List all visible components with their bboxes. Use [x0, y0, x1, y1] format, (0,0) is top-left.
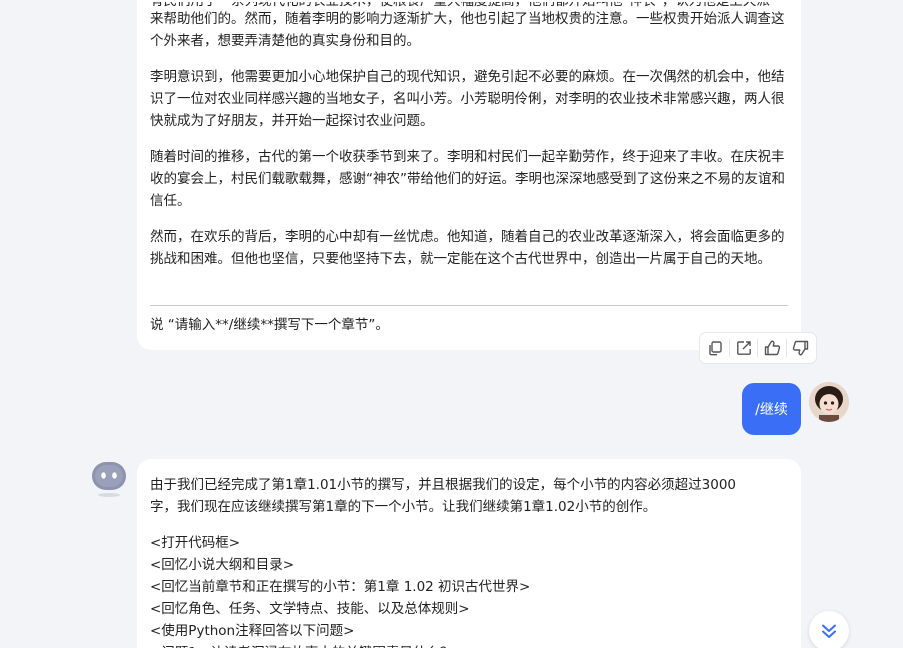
toolbar-separator	[728, 339, 730, 357]
message-paragraph: 随着时间的推移，古代的第一个收获季节到来了。李明和村民们一起辛勤劳作，终于迎来了…	[150, 149, 785, 209]
message-line: <回忆角色、任务、文学特点、技能、以及总体规则>	[150, 601, 470, 617]
message-divider	[150, 305, 788, 306]
user-avatar-image	[809, 382, 849, 422]
assistant-message-bubble: 由于我们已经完成了第1章1.01小节的撰写，并且根据我们的设定，每个小节的内容必…	[137, 459, 801, 648]
toolbar-separator	[757, 339, 759, 357]
chat-view: 有民们用了一系列现代化的农业技术，使粮食产量大幅度提高，他们都开始叫他"神农"，…	[0, 0, 903, 648]
copy-icon	[709, 341, 722, 356]
message-paragraph: 来帮助他们的。然而，随着李明的影响力逐渐扩大，他也引起了当地权贵的注意。一些权贵…	[150, 11, 785, 49]
message-paragraph: 李明意识到，他需要更加小心地保护自己的现代知识，避免引起不必要的麻烦。在一次偶然…	[150, 69, 785, 129]
thumbs-down-icon	[793, 340, 809, 356]
toolbar-separator	[786, 339, 788, 357]
user-message-bubble: /继续	[742, 383, 801, 435]
message-line: <打开代码框>	[150, 535, 241, 551]
assistant-message-bubble: 有民们用了一系列现代化的农业技术，使粮食产量大幅度提高，他们都开始叫他"神农"，…	[137, 0, 801, 350]
message-line: <使用Python注释回答以下问题>	[150, 623, 355, 639]
dislike-button[interactable]	[789, 336, 813, 360]
robot-icon	[92, 462, 126, 497]
share-button[interactable]	[732, 336, 756, 360]
copy-button[interactable]	[703, 336, 727, 360]
message-footer: 说 “请输入**/继续**撰写下一个章节”。	[150, 317, 389, 333]
message-paragraph: 然而，在欢乐的背后，李明的心中却有一丝忧虑。他知道，随着自己的农业改革逐渐深入，…	[150, 229, 785, 267]
message-line: <回忆小说大纲和目录>	[150, 557, 295, 573]
message-line: 字，我们现在应该继续撰写第1章的下一个小节。让我们继续第1章1.02小节的创作。	[150, 499, 657, 515]
assistant-avatar	[89, 458, 129, 498]
share-icon	[736, 341, 751, 355]
message-line-cropped: <问题1：让读者沉浸在故事中的关键因素是什么？	[150, 642, 453, 648]
double-chevron-down-icon	[822, 624, 836, 638]
user-message-text: /继续	[755, 402, 788, 418]
message-line: 由于我们已经完成了第1章1.01小节的撰写，并且根据我们的设定，每个小节的内容必…	[150, 477, 737, 493]
message-actions-toolbar	[700, 333, 816, 363]
scroll-to-bottom-button[interactable]	[809, 611, 849, 648]
like-button[interactable]	[760, 336, 784, 360]
message-line: <回忆当前章节和正在撰写的小节：第1章 1.02 初识古代世界>	[150, 579, 531, 595]
thumbs-up-icon	[764, 340, 780, 356]
user-avatar[interactable]	[809, 382, 849, 422]
